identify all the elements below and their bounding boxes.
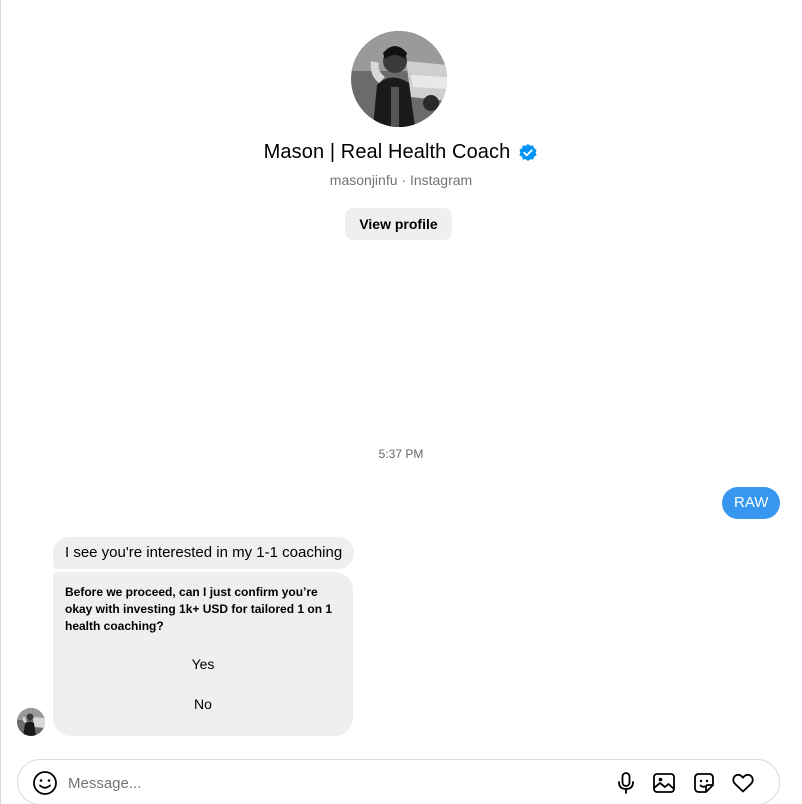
emoji-icon[interactable] xyxy=(32,770,58,796)
sender-avatar[interactable] xyxy=(17,708,45,736)
profile-subtitle: masonjinfu · Instagram xyxy=(329,172,473,188)
heart-icon[interactable] xyxy=(731,771,755,795)
option-yes-button[interactable]: Yes xyxy=(53,656,353,672)
outgoing-message[interactable]: RAW xyxy=(722,487,781,519)
profile-name: Mason | Real Health Coach xyxy=(263,141,511,163)
profile-avatar[interactable] xyxy=(351,31,447,127)
microphone-icon[interactable] xyxy=(614,771,638,795)
message-timestamp: 5:37 PM xyxy=(378,447,424,461)
message-composer xyxy=(17,759,780,804)
view-profile-button[interactable]: View profile xyxy=(345,208,452,240)
message-input[interactable] xyxy=(68,771,548,795)
sticker-icon[interactable] xyxy=(692,771,716,795)
question-card: Before we proceed, can I just confirm yo… xyxy=(53,572,353,736)
verified-badge-icon xyxy=(518,143,538,163)
window-border xyxy=(0,0,1,804)
incoming-message[interactable]: I see you're interested in my 1-1 coachi… xyxy=(53,537,355,569)
image-icon[interactable] xyxy=(652,771,676,795)
profile-name-row: Mason | Real Health Coach xyxy=(0,141,802,164)
option-no-button[interactable]: No xyxy=(53,696,353,712)
card-question: Before we proceed, can I just confirm yo… xyxy=(65,585,333,633)
